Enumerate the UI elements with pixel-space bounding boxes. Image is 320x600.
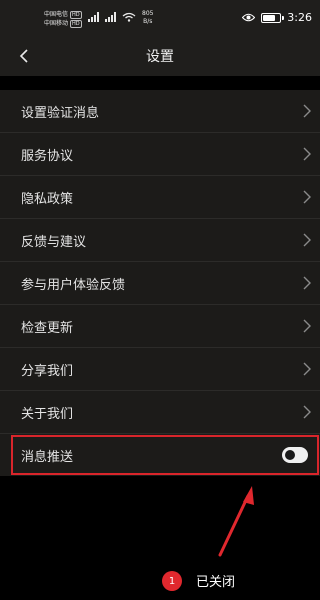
net-speed: 805 B/s [142, 10, 153, 26]
net-speed-value: 805 [142, 10, 154, 17]
settings-item-about[interactable]: 关于我们 [0, 391, 320, 434]
chevron-right-icon [303, 233, 311, 247]
settings-item-share[interactable]: 分享我们 [0, 348, 320, 391]
settings-item-push-notifications: 消息推送 [0, 434, 320, 476]
settings-item-verification-message[interactable]: 设置验证消息 [0, 90, 320, 133]
hd-badge: HD [70, 10, 82, 19]
signal-icons [88, 12, 136, 22]
settings-item-feedback[interactable]: 反馈与建议 [0, 219, 320, 262]
carrier-1-label: 中国电信 [44, 11, 69, 18]
settings-item-label: 消息推送 [21, 449, 74, 465]
status-right: 3:26 [242, 11, 312, 24]
hd-badge: HD [70, 19, 82, 28]
page-title: 设置 [146, 49, 174, 65]
step-badge: 1 [162, 571, 182, 591]
eye-icon [242, 13, 256, 22]
chevron-right-icon [303, 362, 311, 376]
annotation-caption: 已关闭 [190, 569, 242, 592]
battery-icon [261, 12, 285, 23]
chevron-right-icon [303, 276, 311, 290]
chevron-right-icon [303, 405, 311, 419]
signal-icon [88, 12, 99, 22]
net-speed-unit: B/s [143, 18, 153, 25]
push-toggle[interactable] [282, 447, 308, 463]
wifi-icon [122, 12, 136, 22]
carrier-2-label: 中国移动 [44, 20, 69, 27]
status-bar: 中国电信 HD 中国移动 HD 805 B/s 3:26 [0, 0, 320, 36]
battery-level [263, 14, 276, 21]
settings-item-label: 分享我们 [21, 363, 74, 379]
settings-item-label: 关于我们 [21, 406, 74, 422]
toggle-knob [285, 450, 295, 460]
clock: 3:26 [287, 11, 312, 24]
settings-item-label: 参与用户体验反馈 [21, 277, 126, 293]
carrier-info: 中国电信 HD 中国移动 HD [44, 10, 82, 28]
settings-item-label: 服务协议 [21, 148, 74, 164]
settings-item-user-experience[interactable]: 参与用户体验反馈 [0, 262, 320, 305]
settings-item-privacy-policy[interactable]: 隐私政策 [0, 176, 320, 219]
chevron-right-icon [303, 147, 311, 161]
annotation-arrow [218, 486, 254, 557]
blank-area [0, 476, 320, 600]
settings-item-label: 设置验证消息 [21, 105, 100, 121]
settings-list: 设置验证消息 服务协议 隐私政策 反馈与建议 参与用户体验反馈 检查更新 分享我… [0, 90, 320, 476]
settings-item-label: 检查更新 [21, 320, 74, 336]
settings-item-check-update[interactable]: 检查更新 [0, 305, 320, 348]
app-header: 设置 [0, 36, 320, 76]
chevron-right-icon [303, 319, 311, 333]
chevron-right-icon [303, 190, 311, 204]
settings-item-label: 隐私政策 [21, 191, 74, 207]
chevron-right-icon [303, 104, 311, 118]
settings-item-service-agreement[interactable]: 服务协议 [0, 133, 320, 176]
signal-icon [105, 12, 116, 22]
settings-item-label: 反馈与建议 [21, 234, 87, 250]
